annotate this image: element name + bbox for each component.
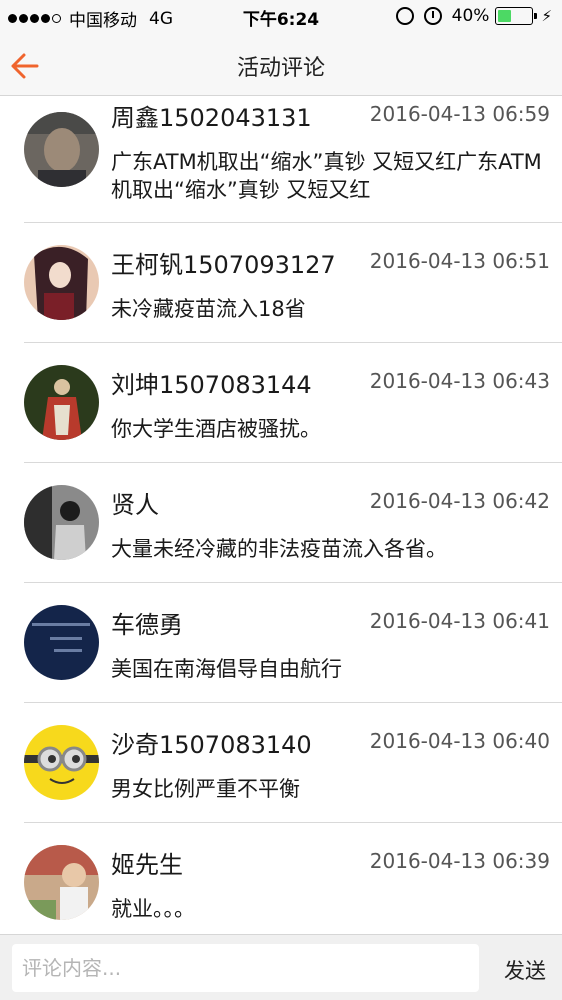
comment-input-bar: 发送 [0,934,562,1000]
comment-input[interactable] [12,944,479,992]
comment-content: 广东ATM机取出“缩水”真钞 又短又红广东ATM机取出“缩水”真钞 又短又红 [111,150,542,202]
comment-time: 2016-04-13 06:51 [369,249,550,273]
comment-item[interactable]: 王柯钒1507093127 2016-04-13 06:51 未冷藏疫苗流入18… [0,223,562,343]
comment-time: 2016-04-13 06:40 [369,729,550,753]
alarm-icon [423,7,442,25]
comment-item[interactable]: 刘坤1507083144 2016-04-13 06:43 你大学生酒店被骚扰。 [0,343,562,463]
comment-content: 你大学生酒店被骚扰。 [111,417,321,441]
avatar[interactable] [24,245,99,320]
comment-time: 2016-04-13 06:39 [369,849,550,873]
comment-time: 2016-04-13 06:59 [369,102,550,126]
comment-item[interactable]: 沙奇1507083140 2016-04-13 06:40 男女比例严重不平衡 [0,703,562,823]
comment-content: 大量未经冷藏的非法疫苗流入各省。 [111,537,447,561]
comment-time: 2016-04-13 06:42 [369,489,550,513]
commenter-name: 贤人 [111,491,159,519]
status-indicators: 40% ⚡ [395,6,552,26]
comment-time: 2016-04-13 06:43 [369,369,550,393]
avatar[interactable] [24,845,99,920]
charging-bolt-icon: ⚡ [541,7,552,25]
commenter-name: 刘坤1507083144 [111,371,312,399]
comment-item[interactable]: 车德勇 2016-04-13 06:41 美国在南海倡导自由航行 [0,583,562,703]
avatar[interactable] [24,365,99,440]
comment-content: 男女比例严重不平衡 [111,777,300,801]
comment-item[interactable]: 姬先生 2016-04-13 06:39 就业。。。 [0,823,562,934]
commenter-name: 周鑫1502043131 [111,104,312,132]
avatar[interactable] [24,725,99,800]
avatar[interactable] [24,112,99,187]
comment-item[interactable]: 周鑫1502043131 2016-04-13 06:59 广东ATM机取出“缩… [0,96,562,223]
navigation-bar: 活动评论 [0,34,562,96]
avatar[interactable] [24,605,99,680]
send-button[interactable]: 发送 [504,955,546,985]
battery-percent: 40% [451,6,490,26]
avatar[interactable] [24,485,99,560]
comment-item[interactable]: 贤人 2016-04-13 06:42 大量未经冷藏的非法疫苗流入各省。 [0,463,562,583]
commenter-name: 车德勇 [111,611,183,639]
comment-time: 2016-04-13 06:41 [369,609,550,633]
rotation-lock-icon [395,7,414,25]
status-bar: 中国移动 4G 下午6:24 40% ⚡ [0,0,562,34]
comment-content: 就业。。。 [111,897,195,921]
commenter-name: 沙奇1507083140 [111,731,312,759]
battery-level [498,10,512,22]
commenter-name: 王柯钒1507093127 [111,251,336,279]
comment-list[interactable]: 周鑫1502043131 2016-04-13 06:59 广东ATM机取出“缩… [0,96,562,934]
comment-content: 未冷藏疫苗流入18省 [111,297,306,321]
commenter-name: 姬先生 [111,851,183,879]
page-title: 活动评论 [236,56,325,81]
battery-nub [534,13,538,19]
comment-content: 美国在南海倡导自由航行 [111,657,342,681]
battery-icon [495,7,538,25]
